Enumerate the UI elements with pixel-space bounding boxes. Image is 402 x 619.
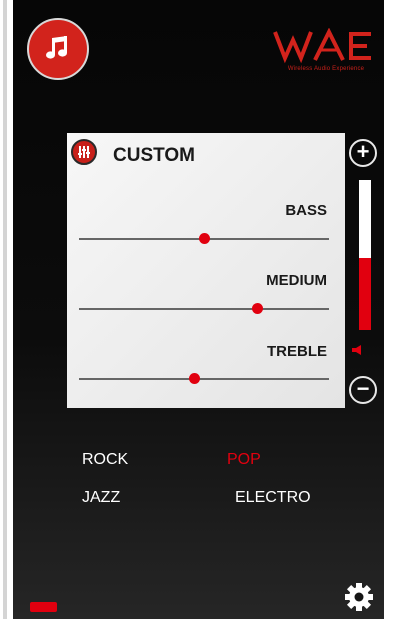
screen-frame-right [384, 0, 402, 619]
gear-icon[interactable] [343, 581, 375, 613]
bass-slider-knob[interactable] [199, 233, 210, 244]
wae-logo: Wireless Audio Experience [271, 27, 381, 80]
music-note-icon [46, 36, 67, 59]
preset-electro[interactable]: ELECTRO [235, 489, 311, 507]
wae-logo-mark [273, 27, 371, 64]
speaker-icon [352, 345, 361, 355]
volume-level-fill [359, 258, 371, 330]
app-screen: Wireless Audio Experience CUSTOM BASS ME… [13, 0, 384, 619]
bass-slider[interactable] [79, 233, 329, 244]
bass-label: BASS [285, 202, 327, 219]
volume-slider[interactable] [359, 180, 371, 330]
medium-slider[interactable] [79, 303, 329, 314]
screen-frame-left [3, 0, 7, 619]
medium-label: MEDIUM [266, 272, 327, 289]
preset-pop[interactable]: POP [227, 451, 261, 469]
medium-slider-knob[interactable] [251, 303, 263, 314]
battery-icon [30, 602, 57, 612]
preset-title: CUSTOM [113, 145, 195, 166]
volume-up-button[interactable]: + [349, 139, 377, 167]
music-button[interactable] [27, 18, 89, 80]
volume-down-button[interactable]: − [349, 376, 377, 404]
treble-label: TREBLE [267, 343, 327, 360]
equalizer-panel: CUSTOM BASS MEDIUM TREBLE [67, 133, 345, 408]
preset-rock[interactable]: ROCK [82, 451, 128, 469]
equalizer-icon[interactable] [71, 139, 97, 165]
preset-jazz[interactable]: JAZZ [82, 489, 120, 507]
treble-slider-knob[interactable] [189, 373, 200, 384]
treble-slider[interactable] [79, 373, 329, 384]
logo-tagline: Wireless Audio Experience [287, 66, 365, 72]
